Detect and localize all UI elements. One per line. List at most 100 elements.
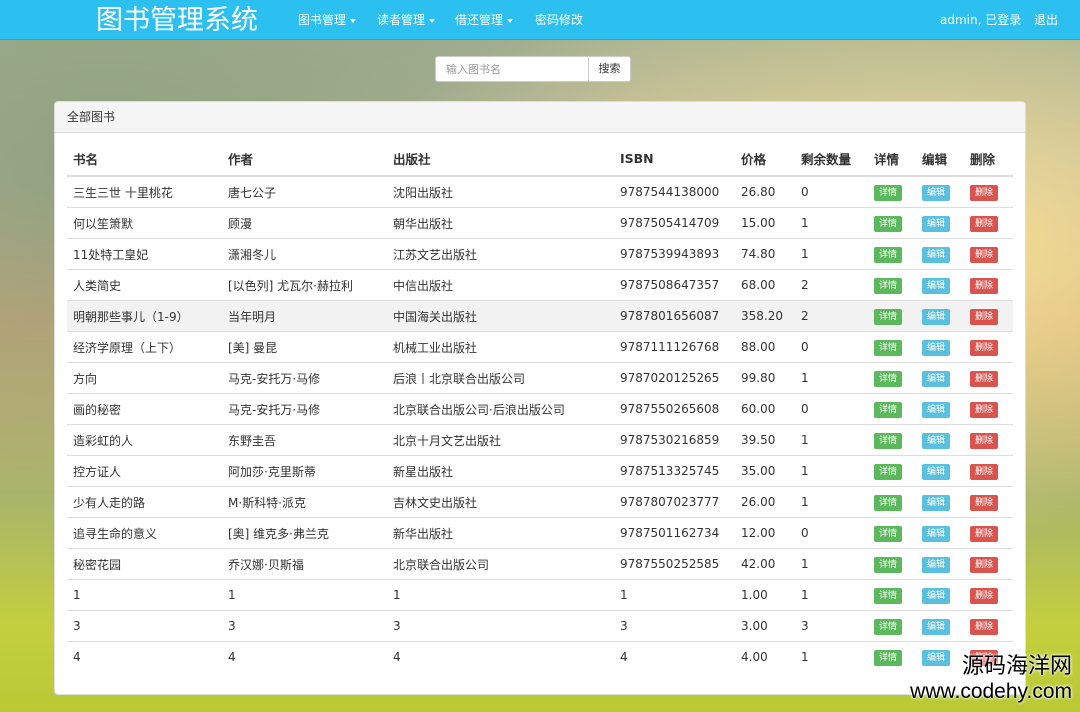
menu-reader-management[interactable]: 读者管理 [377, 0, 436, 40]
cell-stock: 0 [795, 175, 868, 208]
cell-stock: 1 [795, 486, 868, 518]
cell-delete: 删除 [964, 455, 1013, 487]
delete-button[interactable]: 删除 [970, 339, 998, 356]
delete-button[interactable]: 删除 [970, 463, 998, 480]
cell-delete: 删除 [964, 393, 1013, 425]
edit-button[interactable]: 编辑 [922, 184, 950, 201]
search-input[interactable] [435, 56, 589, 82]
table-row: 11处特工皇妃 潇湘冬儿 江苏文艺出版社 9787539943893 74.80 1 详情 编… [67, 238, 1013, 270]
detail-button[interactable]: 详情 [874, 308, 902, 325]
detail-button[interactable]: 详情 [874, 401, 902, 418]
cell-author: 东野圭吾 [222, 424, 387, 456]
cell-edit: 编辑 [916, 517, 964, 549]
edit-button[interactable]: 编辑 [922, 494, 950, 511]
cell-edit: 编辑 [916, 207, 964, 239]
cell-title: 造彩虹的人 [67, 424, 222, 456]
detail-button[interactable]: 详情 [874, 277, 902, 294]
app-brand[interactable]: 图书管理系统 [96, 4, 258, 38]
column-header: 详情 [868, 142, 916, 177]
delete-button[interactable]: 删除 [970, 525, 998, 542]
delete-button[interactable]: 删除 [970, 587, 998, 604]
edit-button[interactable]: 编辑 [922, 246, 950, 263]
cell-edit: 编辑 [916, 424, 964, 456]
delete-button[interactable]: 删除 [970, 370, 998, 387]
edit-button[interactable]: 编辑 [922, 277, 950, 294]
delete-button[interactable]: 删除 [970, 308, 998, 325]
cell-isbn: 9787539943893 [614, 238, 735, 270]
edit-button[interactable]: 编辑 [922, 525, 950, 542]
column-header: 剩余数量 [795, 142, 868, 177]
cell-isbn: 9787801656087 [614, 300, 735, 332]
search-button[interactable]: 搜索 [589, 56, 631, 82]
detail-button[interactable]: 详情 [874, 184, 902, 201]
delete-button[interactable]: 删除 [970, 401, 998, 418]
delete-button[interactable]: 删除 [970, 494, 998, 511]
cell-price: 35.00 [735, 455, 795, 487]
cell-detail: 详情 [868, 393, 916, 425]
edit-button[interactable]: 编辑 [922, 587, 950, 604]
cell-publisher: 4 [387, 641, 614, 672]
edit-button[interactable]: 编辑 [922, 463, 950, 480]
cell-title: 秘密花园 [67, 548, 222, 580]
table-row: 明朝那些事儿（1-9） 当年明月 中国海关出版社 9787801656087 358.2… [67, 300, 1013, 332]
detail-button[interactable]: 详情 [874, 494, 902, 511]
cell-title: 11处特工皇妃 [67, 238, 222, 270]
menu-label: 密码修改 [535, 13, 584, 27]
delete-button[interactable]: 删除 [970, 246, 998, 263]
cell-title: 经济学原理（上下） [67, 331, 222, 363]
table-row: 何以笙箫默 顾漫 朝华出版社 9787505414709 15.00 1 详情 编辑 删除 [67, 207, 1013, 239]
menu-borrow-management[interactable]: 借还管理 [455, 0, 514, 40]
edit-button[interactable]: 编辑 [922, 432, 950, 449]
detail-button[interactable]: 详情 [874, 525, 902, 542]
detail-button[interactable]: 详情 [874, 556, 902, 573]
cell-title: 3 [67, 610, 222, 642]
book-table: 书名 作者 出版社 ISBN 价格 剩余数量 详情 编辑 删除 三生三世 十里桃… [67, 142, 1013, 672]
book-list-panel: 全部图书 书名 作者 出版社 ISBN 价格 剩余数量 详情 编辑 删除 三生三… [54, 101, 1026, 695]
cell-price: 42.00 [735, 548, 795, 580]
cell-title: 方向 [67, 362, 222, 394]
edit-button[interactable]: 编辑 [922, 308, 950, 325]
cell-title: 1 [67, 579, 222, 611]
cell-publisher: 3 [387, 610, 614, 642]
cell-stock: 1 [795, 207, 868, 239]
menu-book-management[interactable]: 图书管理 [298, 0, 357, 40]
cell-edit: 编辑 [916, 548, 964, 580]
detail-button[interactable]: 详情 [874, 432, 902, 449]
detail-button[interactable]: 详情 [874, 370, 902, 387]
cell-price: 68.00 [735, 269, 795, 301]
delete-button[interactable]: 删除 [970, 556, 998, 573]
user-status-link[interactable]: admin, 已登录 [940, 0, 1021, 40]
delete-button[interactable]: 删除 [970, 277, 998, 294]
detail-button[interactable]: 详情 [874, 587, 902, 604]
edit-button[interactable]: 编辑 [922, 370, 950, 387]
edit-button[interactable]: 编辑 [922, 401, 950, 418]
detail-button[interactable]: 详情 [874, 246, 902, 263]
cell-delete: 删除 [964, 548, 1013, 580]
table-row: 追寻生命的意义 [奥] 维克多·弗兰克 新华出版社 9787501162734 12.0… [67, 517, 1013, 549]
menu-password-change[interactable]: 密码修改 [535, 0, 583, 40]
cell-edit: 编辑 [916, 610, 964, 642]
cell-author: 1 [222, 579, 387, 611]
delete-button[interactable]: 删除 [970, 432, 998, 449]
detail-button[interactable]: 详情 [874, 618, 902, 635]
detail-button[interactable]: 详情 [874, 339, 902, 356]
edit-button[interactable]: 编辑 [922, 618, 950, 635]
detail-button[interactable]: 详情 [874, 649, 902, 666]
menu-label: 读者管理 [377, 13, 426, 27]
edit-button[interactable]: 编辑 [922, 215, 950, 232]
delete-button[interactable]: 删除 [970, 184, 998, 201]
edit-button[interactable]: 编辑 [922, 339, 950, 356]
table-body: 三生三世 十里桃花 唐七公子 沈阳出版社 9787544138000 26.80 0 详情编… [67, 175, 1013, 672]
edit-button[interactable]: 编辑 [922, 556, 950, 573]
logout-link[interactable]: 退出 [1034, 0, 1058, 40]
cell-price: 1.00 [735, 579, 795, 611]
delete-button[interactable]: 删除 [970, 618, 998, 635]
table-row: 少有人走的路 M·斯科特·派克 吉林文史出版社 9787807023777 26.00 1… [67, 486, 1013, 518]
table-row: 画的秘密 马克-安托万·马修 北京联合出版公司·后浪出版公司 978755026560… [67, 393, 1013, 425]
detail-button[interactable]: 详情 [874, 215, 902, 232]
delete-button[interactable]: 删除 [970, 215, 998, 232]
table-row: 3 3 3 3 3.00 3 详情 编辑 删除 [67, 610, 1013, 642]
cell-delete: 删除 [964, 269, 1013, 301]
detail-button[interactable]: 详情 [874, 463, 902, 480]
column-header: ISBN [614, 142, 735, 177]
